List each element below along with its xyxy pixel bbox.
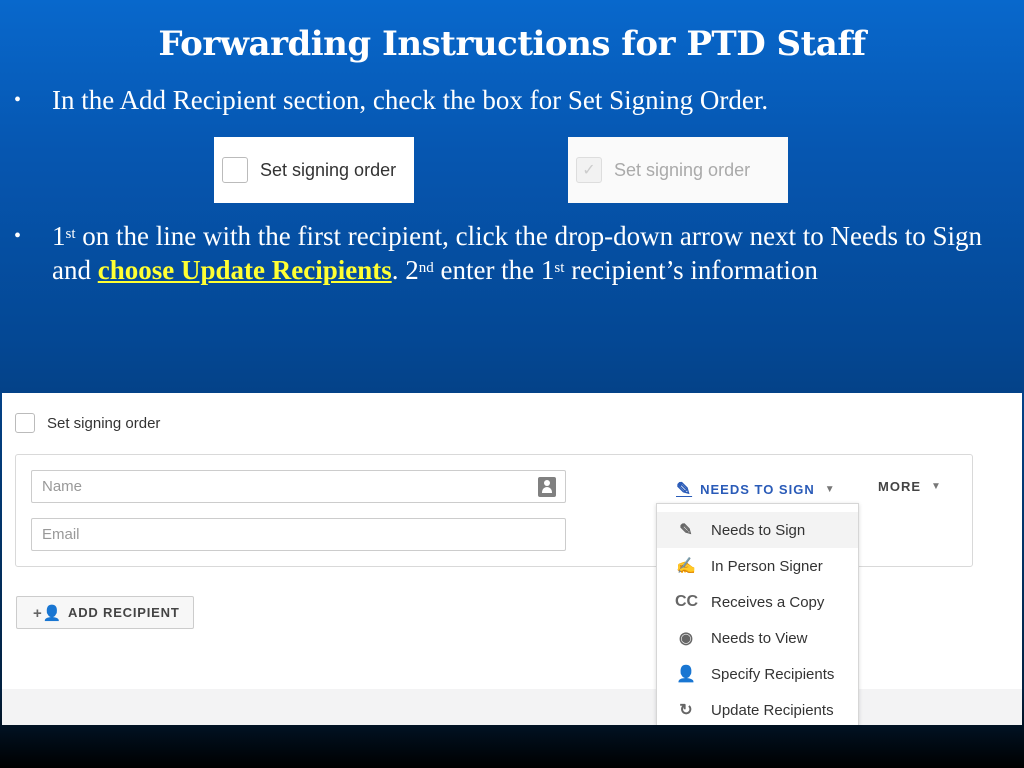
bullet-dot: • xyxy=(14,225,22,247)
step-number: 1 xyxy=(52,221,66,251)
checkbox-label: Set signing order xyxy=(260,159,397,180)
update-recipients-icon: ↻ xyxy=(679,702,693,719)
checkbox-checked[interactable]: ✓ xyxy=(576,157,602,183)
caret-down-icon: ▼ xyxy=(824,484,836,495)
cc-icon: CC xyxy=(675,593,699,610)
bullet-text: 1st on the line with the first recipient… xyxy=(52,219,1004,287)
role-menu-item-specify-recipients[interactable]: 👤 Specify Recipients xyxy=(657,656,858,692)
pen-icon: ✎ xyxy=(676,479,693,499)
slide-title: Forwarding Instructions for PTD Staff xyxy=(158,24,866,64)
email-field[interactable]: Email xyxy=(31,518,566,551)
footer-strip xyxy=(2,689,1022,725)
role-menu-item-label: Specify Recipients xyxy=(711,665,835,683)
instruction-text: enter the 1 xyxy=(433,255,555,285)
role-dropdown[interactable]: ✎ NEEDS TO SIGN ▼ xyxy=(676,479,836,500)
role-menu-item-label: Receives a Copy xyxy=(711,593,825,611)
highlighted-instruction: choose Update Recipients xyxy=(97,255,392,285)
ordinal-suffix: st xyxy=(65,226,76,242)
role-dropdown-label: NEEDS TO SIGN xyxy=(700,482,815,497)
bullet-point-2: • 1st on the line with the first recipie… xyxy=(14,219,1004,287)
email-placeholder: Email xyxy=(42,526,80,543)
bullet-point-1: • In the Add Recipient section, check th… xyxy=(14,83,974,117)
screenshot-unchecked-checkbox: Set signing order xyxy=(214,137,414,203)
add-recipient-label: ADD RECIPIENT xyxy=(68,605,180,620)
role-menu-item-label: Needs to View xyxy=(711,629,808,647)
contacts-icon[interactable] xyxy=(538,477,556,497)
name-field[interactable]: Name xyxy=(31,470,566,503)
checkmark-icon: ✓ xyxy=(582,162,596,179)
role-menu: ✎ Needs to Sign ✍ In Person Signer CC Re… xyxy=(656,503,859,725)
eye-icon: ◉ xyxy=(679,630,693,647)
recipient-form-screenshot: Set signing order Name Email ✎ NEEDS TO … xyxy=(2,393,1022,725)
instruction-text: recipient’s information xyxy=(564,255,818,285)
more-label: MORE xyxy=(878,479,921,494)
role-menu-item-needs-to-sign[interactable]: ✎ Needs to Sign xyxy=(657,512,858,548)
set-signing-order-label: Set signing order xyxy=(47,414,161,432)
role-menu-item-label: Needs to Sign xyxy=(711,521,806,539)
role-menu-item-in-person-signer[interactable]: ✍ In Person Signer xyxy=(657,548,858,584)
set-signing-order-checkbox[interactable] xyxy=(15,413,35,433)
caret-down-icon: ▼ xyxy=(931,481,942,492)
checkbox-unchecked[interactable] xyxy=(222,157,248,183)
more-dropdown[interactable]: MORE ▼ xyxy=(878,479,942,494)
role-menu-item-label: Update Recipients xyxy=(711,701,834,719)
add-recipient-button[interactable]: +👤 ADD RECIPIENT xyxy=(16,596,194,629)
name-placeholder: Name xyxy=(42,478,83,495)
role-menu-item-needs-to-view[interactable]: ◉ Needs to View xyxy=(657,620,858,656)
checkbox-label: Set signing order xyxy=(614,159,751,180)
role-menu-item-receives-a-copy[interactable]: CC Receives a Copy xyxy=(657,584,858,620)
role-menu-item-label: In Person Signer xyxy=(711,557,823,575)
screenshot-checked-checkbox: ✓ Set signing order xyxy=(568,137,788,203)
ordinal-suffix: st xyxy=(554,260,565,276)
pen-icon: ✎ xyxy=(679,522,693,539)
instruction-text: . 2 xyxy=(391,255,419,285)
ordinal-suffix: nd xyxy=(418,260,434,276)
in-person-signer-icon: ✍ xyxy=(676,558,696,575)
person-icon: 👤 xyxy=(676,666,696,683)
set-signing-order[interactable]: Set signing order xyxy=(15,413,160,433)
role-menu-item-update-recipients[interactable]: ↻ Update Recipients xyxy=(657,692,858,728)
bullet-dot: • xyxy=(14,89,22,111)
bullet-text: In the Add Recipient section, check the … xyxy=(52,85,769,115)
add-person-icon: +👤 xyxy=(33,604,63,622)
